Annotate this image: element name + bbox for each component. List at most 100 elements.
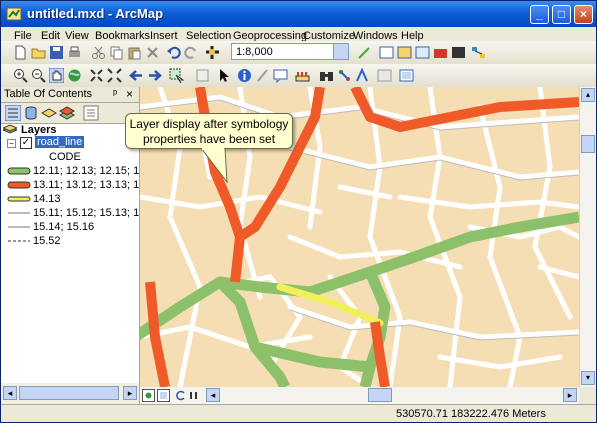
arcmap-app-icon bbox=[6, 7, 22, 21]
select-features-icon[interactable] bbox=[169, 68, 184, 83]
scroll-left-arrow-icon[interactable]: ◂ bbox=[206, 388, 220, 402]
list-by-selection-icon[interactable] bbox=[59, 105, 75, 121]
search-window-icon[interactable] bbox=[415, 45, 430, 60]
toc-options-icon[interactable] bbox=[83, 105, 99, 121]
layout-view-icon[interactable] bbox=[157, 389, 170, 402]
create-viewer-window-icon[interactable] bbox=[399, 68, 414, 83]
layers-label: Layers bbox=[21, 124, 57, 136]
legend-label: 15.14; 15.16 bbox=[33, 221, 95, 233]
print-icon[interactable] bbox=[67, 45, 82, 60]
arcmap-window: untitled.mxd - ArcMap _ □ × File Edit Vi… bbox=[0, 0, 597, 423]
html-popup-icon[interactable] bbox=[273, 68, 288, 83]
cut-icon[interactable] bbox=[91, 45, 106, 60]
tools-toolbar bbox=[1, 64, 596, 88]
table-of-contents-panel: Table Of Contents ᵖ × Layers − ✓ road_li… bbox=[1, 87, 140, 405]
toc-header: Table Of Contents ᵖ × bbox=[1, 87, 139, 103]
layers-stack-icon bbox=[3, 124, 17, 134]
window-title: untitled.mxd - ArcMap bbox=[27, 6, 164, 21]
legend-swatch-green-icon bbox=[7, 167, 31, 175]
callout-line-2: properties have been set bbox=[142, 132, 276, 146]
find-route-icon[interactable] bbox=[337, 68, 352, 83]
save-icon[interactable] bbox=[49, 45, 64, 60]
pin-icon[interactable]: ᵖ bbox=[113, 88, 117, 100]
arctoolbox-icon[interactable] bbox=[433, 45, 448, 60]
editor-toolbar-icon[interactable] bbox=[357, 45, 372, 60]
annotation-callout: Layer display after symbology properties… bbox=[125, 113, 293, 149]
list-by-source-icon[interactable] bbox=[23, 105, 39, 121]
table-of-contents-icon[interactable] bbox=[379, 45, 394, 60]
scroll-thumb[interactable] bbox=[368, 388, 392, 402]
modelbuilder-icon[interactable] bbox=[471, 45, 486, 60]
map-scale-value: 1:8,000 bbox=[236, 46, 273, 58]
redo-icon[interactable] bbox=[184, 45, 199, 60]
chevron-down-icon[interactable] bbox=[333, 44, 348, 59]
legend-swatch-orange-icon bbox=[7, 181, 31, 189]
toc-horizontal-scrollbar[interactable]: ◂ ▸ bbox=[1, 383, 139, 405]
legend-label: 13.11; 13.12; 13.13; 1 bbox=[33, 179, 139, 191]
list-by-drawing-order-icon[interactable] bbox=[5, 105, 21, 121]
new-document-icon[interactable] bbox=[13, 45, 28, 60]
scroll-down-arrow-icon[interactable]: ▾ bbox=[581, 371, 595, 385]
data-view-icon[interactable] bbox=[142, 389, 155, 402]
close-button[interactable]: × bbox=[574, 5, 593, 24]
scroll-up-arrow-icon[interactable]: ▴ bbox=[581, 88, 595, 102]
refresh-icon[interactable] bbox=[174, 389, 187, 402]
green-road-branch[interactable] bbox=[216, 278, 290, 387]
list-by-visibility-icon[interactable] bbox=[41, 105, 57, 121]
status-bar: 530570.71 183222.476 Meters bbox=[1, 404, 596, 422]
toc-title: Table Of Contents bbox=[4, 88, 93, 100]
identify-icon[interactable] bbox=[237, 68, 252, 83]
scroll-left-arrow-icon[interactable]: ◂ bbox=[3, 386, 17, 400]
toc-close-button[interactable]: × bbox=[126, 87, 133, 101]
maximize-button[interactable]: □ bbox=[552, 5, 571, 24]
scroll-thumb[interactable] bbox=[581, 135, 595, 153]
field-name-label: CODE bbox=[49, 151, 81, 163]
map-vertical-scrollbar[interactable]: ▴ ▾ bbox=[579, 87, 596, 387]
scroll-right-arrow-icon[interactable]: ▸ bbox=[563, 388, 577, 402]
layer-visibility-checkbox[interactable]: ✓ bbox=[20, 137, 32, 149]
legend-swatch-dashed-line-icon bbox=[8, 240, 30, 242]
pause-drawing-icon[interactable] bbox=[187, 389, 200, 402]
zoom-in-icon[interactable] bbox=[13, 68, 28, 83]
select-elements-arrow-icon[interactable] bbox=[217, 68, 232, 83]
go-to-xy-icon[interactable] bbox=[355, 68, 370, 83]
fixed-zoom-in-icon[interactable] bbox=[89, 68, 104, 83]
layer-name[interactable]: road_line bbox=[35, 136, 85, 148]
zoom-out-icon[interactable] bbox=[31, 68, 46, 83]
delete-icon[interactable] bbox=[145, 45, 160, 60]
yellow-road[interactable] bbox=[276, 283, 384, 327]
legend-label: 15.11; 15.12; 15.13; 1 bbox=[33, 207, 139, 219]
callout-line-1: Layer display after symbology bbox=[129, 117, 289, 131]
scroll-right-arrow-icon[interactable]: ▸ bbox=[123, 386, 137, 400]
scroll-thumb[interactable] bbox=[19, 386, 119, 400]
legend-swatch-thin-line-icon bbox=[8, 226, 30, 228]
open-folder-icon[interactable] bbox=[31, 45, 46, 60]
undo-icon[interactable] bbox=[166, 45, 181, 60]
hyperlink-icon[interactable] bbox=[255, 68, 270, 83]
legend-label: 14.13 bbox=[33, 193, 61, 205]
minimize-button[interactable]: _ bbox=[530, 5, 549, 24]
copy-icon[interactable] bbox=[109, 45, 124, 60]
add-data-icon[interactable] bbox=[205, 45, 220, 60]
go-back-arrow-icon[interactable] bbox=[129, 68, 144, 83]
pan-hand-icon[interactable] bbox=[49, 68, 64, 83]
toc-tree: Layers − ✓ road_line CODE 12.11; 12.13; … bbox=[1, 124, 139, 382]
cursor-coordinates: 530570.71 183222.476 Meters bbox=[396, 408, 546, 420]
paste-icon[interactable] bbox=[127, 45, 142, 60]
python-window-icon[interactable] bbox=[451, 45, 466, 60]
legend-label: 15.52 bbox=[33, 235, 61, 247]
legend-swatch-thin-line-icon bbox=[8, 212, 30, 214]
collapse-minus-icon[interactable]: − bbox=[7, 139, 16, 148]
map-horizontal-scrollbar[interactable]: ◂ ▸ bbox=[140, 387, 579, 404]
title-bar[interactable]: untitled.mxd - ArcMap _ □ × bbox=[1, 1, 596, 27]
time-slider-icon[interactable] bbox=[377, 68, 392, 83]
fixed-zoom-out-icon[interactable] bbox=[107, 68, 122, 83]
standard-toolbar: 1:8,000 bbox=[1, 41, 596, 65]
map-scale-combo[interactable]: 1:8,000 bbox=[231, 43, 349, 60]
full-extent-icon[interactable] bbox=[67, 68, 82, 83]
catalog-window-icon[interactable] bbox=[397, 45, 412, 60]
find-binoculars-icon[interactable] bbox=[319, 68, 334, 83]
measure-icon[interactable] bbox=[295, 68, 310, 83]
clear-selection-icon[interactable] bbox=[195, 68, 210, 83]
go-forward-arrow-icon[interactable] bbox=[147, 68, 162, 83]
